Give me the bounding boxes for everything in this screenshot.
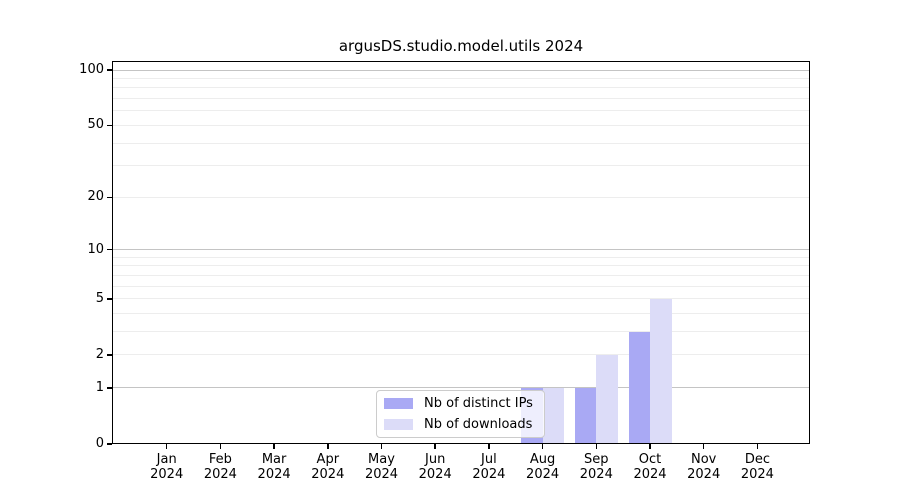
gridline-major bbox=[112, 249, 810, 251]
x-tick-mark bbox=[702, 444, 705, 449]
x-tick-mark bbox=[488, 444, 490, 449]
gridline-major bbox=[112, 387, 810, 389]
gridline-minor bbox=[112, 110, 810, 112]
gridline-minor bbox=[112, 275, 810, 277]
y-tick-label: 5 bbox=[95, 290, 104, 306]
y-tick-label: 50 bbox=[87, 117, 104, 133]
y-tick-label: 20 bbox=[87, 189, 104, 205]
x-tick-mark bbox=[434, 444, 436, 449]
x-tick-label: Dec 2024 bbox=[725, 452, 789, 482]
y-tick-mark bbox=[107, 298, 112, 300]
x-tick-mark bbox=[165, 444, 168, 449]
legend-item-downloads: Nb of downloads bbox=[384, 417, 536, 433]
gridline-minor bbox=[112, 331, 810, 333]
y-tick-label: 100 bbox=[79, 62, 104, 78]
y-tick-mark bbox=[107, 443, 112, 445]
bar-nb-of-distinct-ips bbox=[574, 387, 597, 444]
y-tick-label: 10 bbox=[87, 241, 104, 257]
gridline-minor bbox=[112, 298, 810, 300]
gridline-minor bbox=[112, 354, 810, 356]
gridline-minor bbox=[112, 78, 810, 80]
y-tick-mark bbox=[107, 196, 112, 199]
chart-figure: argusDS.studio.model.utils 2024 0 1 2 5 10 20… bbox=[0, 0, 900, 500]
bar-nb-of-downloads bbox=[542, 387, 565, 444]
chart-title: argusDS.studio.model.utils 2024 bbox=[338, 37, 584, 55]
y-tick-label: 2 bbox=[95, 346, 104, 362]
gridline-minor bbox=[112, 285, 810, 287]
x-tick-mark bbox=[219, 444, 222, 449]
gridline-minor bbox=[112, 313, 810, 315]
gridline-minor bbox=[112, 98, 810, 100]
y-tick-mark bbox=[107, 387, 112, 389]
x-tick-mark bbox=[595, 444, 598, 449]
legend-label-downloads: Nb of downloads bbox=[424, 416, 533, 432]
legend-item-distinct-ips: Nb of distinct IPs bbox=[384, 396, 536, 412]
legend: Nb of distinct IPs Nb of downloads bbox=[376, 390, 545, 438]
bar-nb-of-downloads bbox=[650, 298, 672, 444]
y-tick-label: 0 bbox=[95, 436, 104, 451]
x-tick-year: 2024 bbox=[740, 467, 774, 482]
legend-swatch-downloads bbox=[384, 419, 413, 430]
gridline-minor bbox=[112, 142, 810, 144]
gridline-minor bbox=[112, 165, 810, 167]
y-tick-label: 1 bbox=[95, 379, 104, 395]
y-tick-mark bbox=[107, 354, 112, 356]
bar-nb-of-distinct-ips bbox=[628, 331, 650, 444]
gridline-minor bbox=[112, 87, 810, 89]
legend-swatch-distinct-ips bbox=[384, 398, 413, 409]
gridline-minor bbox=[112, 256, 810, 258]
y-tick-mark bbox=[107, 124, 112, 127]
x-tick-mark bbox=[541, 444, 544, 449]
gridline-minor bbox=[112, 265, 810, 267]
gridline-major bbox=[112, 69, 810, 71]
bar-nb-of-downloads bbox=[596, 354, 618, 444]
x-tick-mark bbox=[273, 444, 275, 449]
x-tick-mark bbox=[327, 444, 329, 449]
gridline-minor bbox=[112, 124, 810, 126]
legend-label-distinct-ips: Nb of distinct IPs bbox=[424, 395, 533, 411]
x-tick-mark bbox=[649, 444, 651, 449]
y-tick-mark bbox=[107, 248, 112, 251]
gridline-minor bbox=[112, 196, 810, 198]
x-tick-mark bbox=[756, 444, 759, 449]
x-tick-month: Dec bbox=[744, 452, 770, 467]
y-tick-mark bbox=[107, 69, 112, 71]
x-tick-mark bbox=[380, 444, 383, 449]
